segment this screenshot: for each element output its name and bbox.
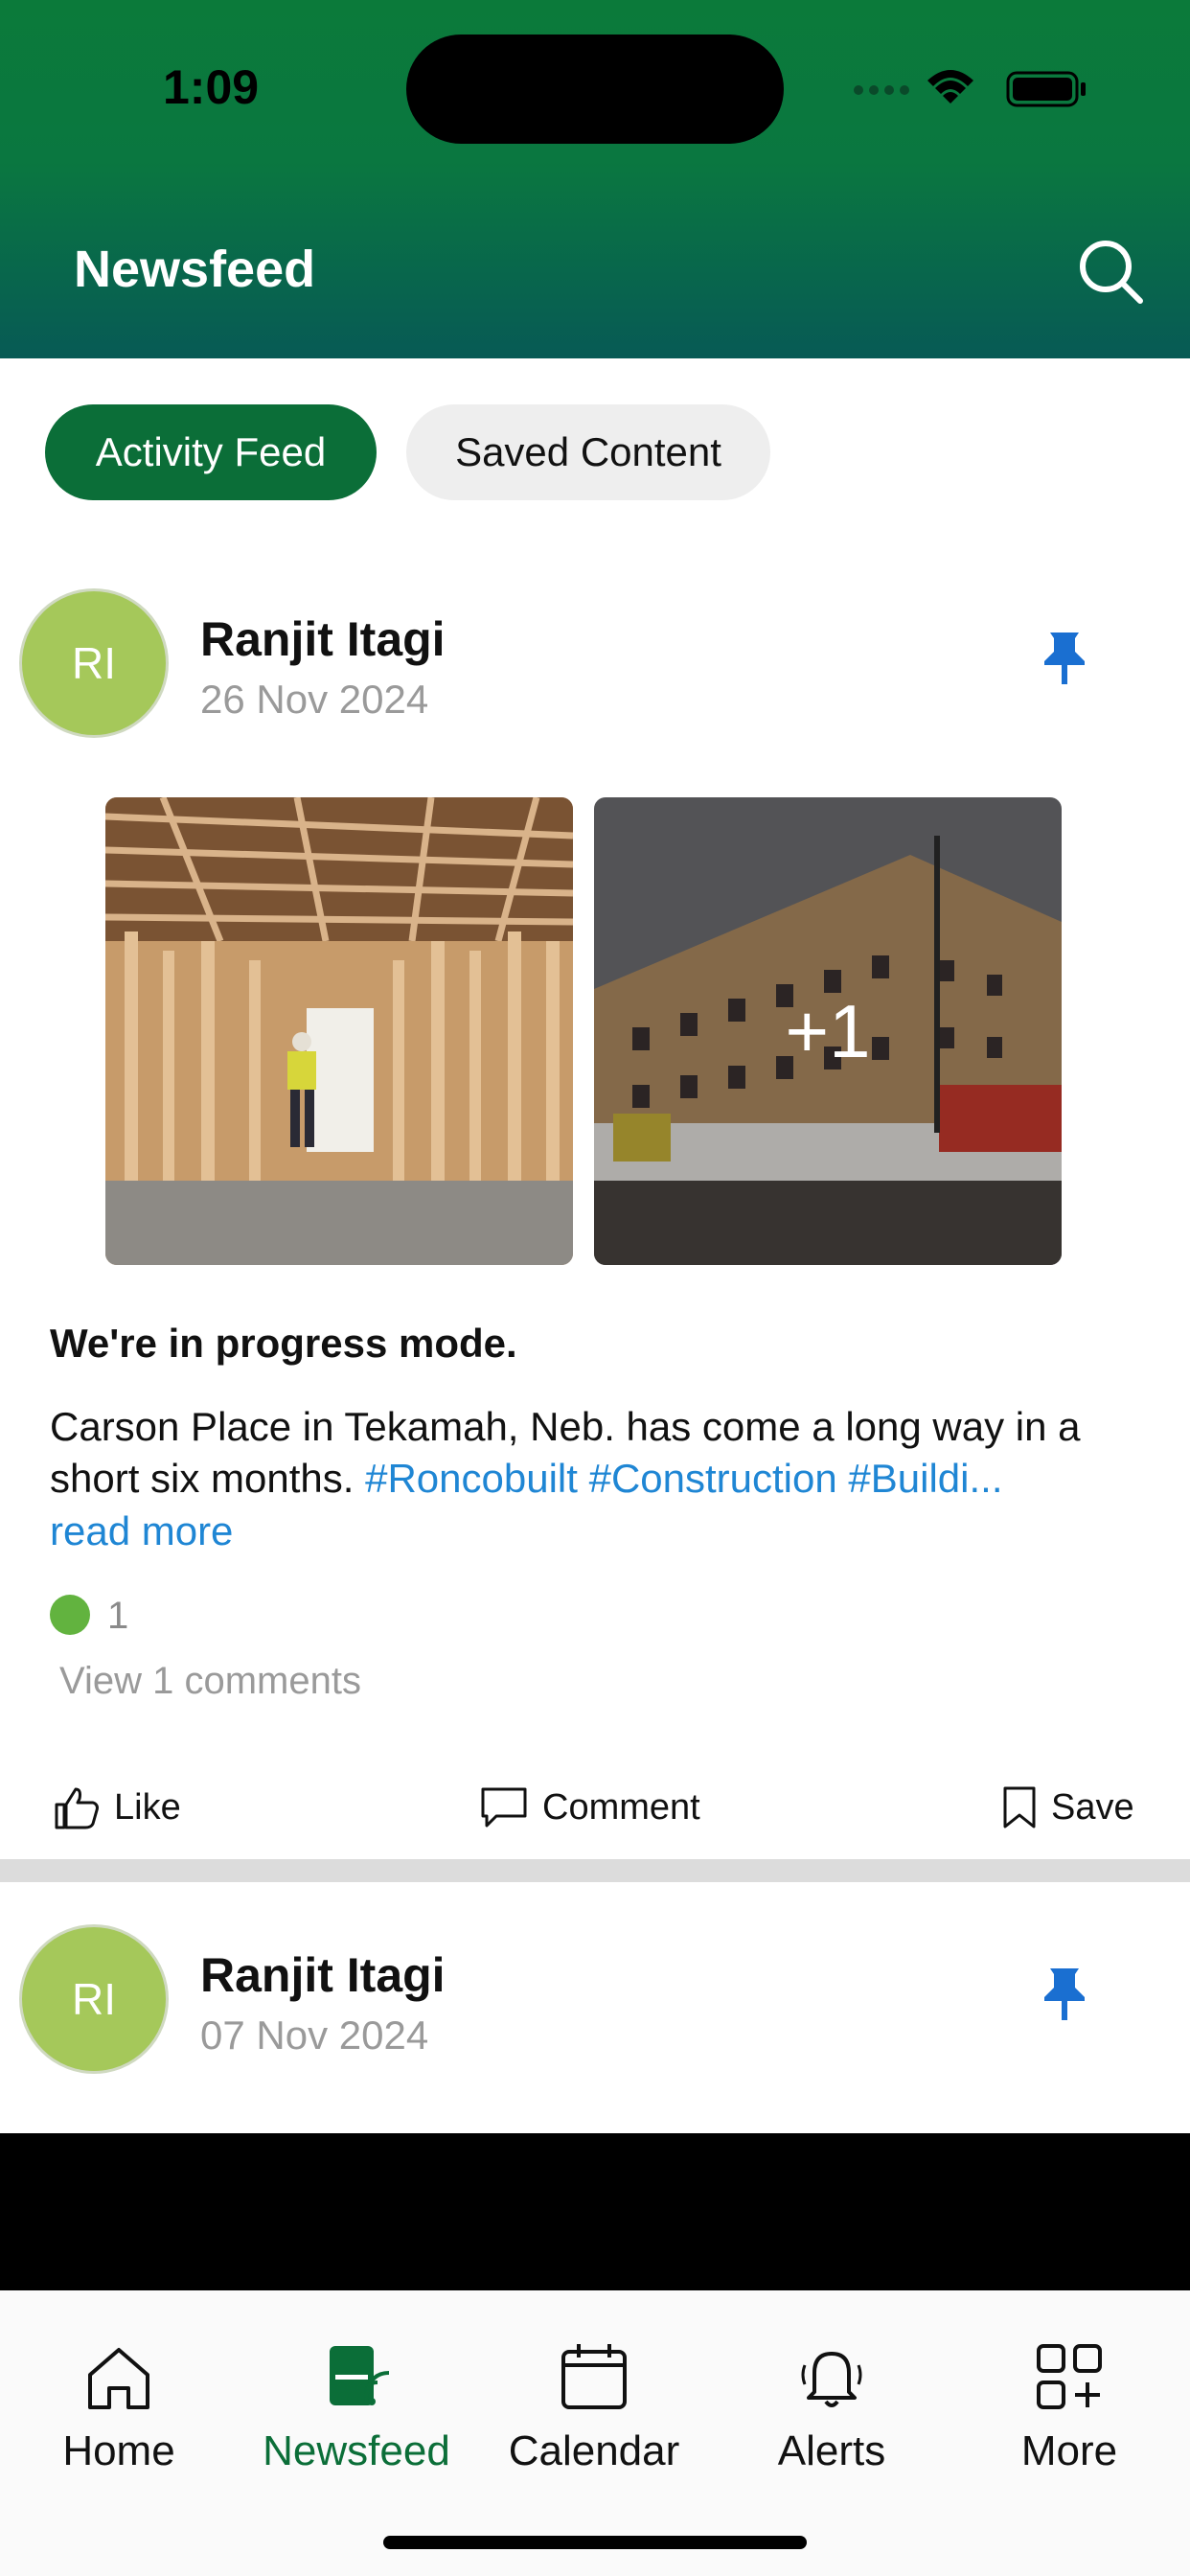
read-more-link[interactable]: read more [50,1508,233,1554]
home-icon [88,2348,149,2409]
app-header: 1:09 Newsfeed [0,0,1190,358]
bottom-nav: Home Newsfeed Calendar Alerts More [0,2290,1190,2576]
status-time: 1:09 [163,60,260,114]
nav-alerts[interactable]: Alerts [713,2338,950,2475]
post-image[interactable] [105,797,573,1265]
nav-label: More [1020,2427,1118,2474]
tab-saved-content[interactable]: Saved Content [406,404,770,500]
nav-home[interactable]: Home [0,2338,238,2475]
status-icons [854,70,1086,107]
calendar-icon [561,2344,627,2409]
nav-label: Alerts [777,2427,886,2474]
like-label: Like [114,1786,181,1828]
nav-calendar[interactable]: Calendar [475,2338,713,2475]
bookmark-icon [1003,1786,1036,1828]
framing-photo [105,797,573,1265]
like-button[interactable]: Like [53,1779,181,1836]
post-date: 26 Nov 2024 [200,677,429,722]
avatar[interactable]: RI [19,1924,169,2074]
signal-icon [854,85,909,95]
post-hashtags[interactable]: #Roncobuilt #Construction #Buildi... [365,1456,1002,1501]
post-author[interactable]: Ranjit Itagi [200,1947,446,2003]
battery-icon [1006,71,1086,107]
pin-icon[interactable] [1041,629,1088,686]
newsfeed-icon [330,2346,390,2406]
post-image-more[interactable]: +1 [594,797,1062,1265]
post-date: 07 Nov 2024 [200,2012,429,2058]
nav-label: Home [62,2427,175,2474]
post-author[interactable]: Ranjit Itagi [200,611,446,667]
dynamic-island [406,34,784,144]
tab-activity-feed[interactable]: Activity Feed [45,404,377,500]
wifi-icon [927,70,973,104]
nav-label: Calendar [508,2427,680,2474]
grid-plus-icon [1037,2344,1102,2409]
post-title: We're in progress mode. [50,1321,517,1366]
search-icon[interactable] [1077,238,1144,305]
thumbs-up-icon [55,1787,99,1829]
comment-button[interactable]: Comment [479,1779,700,1836]
pin-icon[interactable] [1041,1965,1088,2022]
page-title: Newsfeed [74,241,316,298]
comment-icon [481,1787,527,1828]
celebrate-reaction-icon[interactable] [50,1595,90,1635]
media-placeholder [0,2133,1190,2290]
nav-newsfeed[interactable]: Newsfeed [238,2338,475,2475]
nav-more[interactable]: More [950,2338,1188,2475]
view-comments-link[interactable]: View 1 comments [59,1660,361,1703]
more-images-count: +1 [594,797,1062,1265]
save-button[interactable]: Save [1001,1779,1134,1836]
comment-label: Comment [542,1786,700,1828]
avatar[interactable]: RI [19,588,169,738]
post-divider [0,1859,1190,1882]
reaction-count[interactable]: 1 [107,1595,128,1638]
save-label: Save [1051,1786,1134,1828]
nav-label: Newsfeed [263,2427,450,2474]
home-indicator[interactable] [383,2536,807,2549]
bell-icon [801,2352,862,2407]
post-body: Carson Place in Tekamah, Neb. has come a… [50,1401,1152,1505]
